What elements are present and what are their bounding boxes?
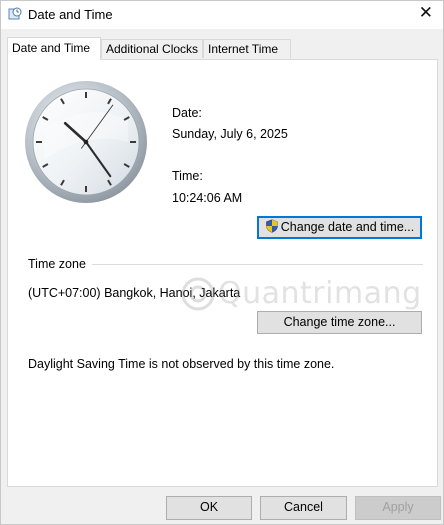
ok-label: OK — [199, 500, 219, 514]
tab-date-and-time[interactable]: Date and Time — [7, 37, 101, 60]
tab-label: Date and Time — [12, 41, 91, 55]
window-title: Date and Time — [28, 7, 113, 22]
tab-label: Internet Time — [208, 42, 279, 56]
tab-label: Additional Clocks — [106, 42, 199, 56]
cancel-label: Cancel — [284, 500, 323, 514]
title-bar: Date and Time ✕ — [1, 1, 443, 29]
close-icon[interactable]: ✕ — [419, 3, 433, 23]
apply-label: Apply — [382, 500, 414, 514]
time-value: 10:24:06 AM — [172, 191, 243, 205]
uac-shield-icon — [265, 219, 278, 233]
group-divider — [92, 264, 423, 265]
time-zone-value: (UTC+07:00) Bangkok, Hanoi, Jakarta — [28, 286, 241, 300]
apply-button[interactable]: Apply — [355, 496, 441, 520]
date-label: Date: — [172, 106, 202, 120]
date-value: Sunday, July 6, 2025 — [172, 127, 288, 141]
date-time-app-icon — [8, 7, 22, 20]
change-time-zone-button[interactable]: Change time zone... — [257, 311, 422, 334]
change-date-time-button[interactable]: Change date and time... — [257, 216, 422, 239]
tab-panel-date-and-time: Date: Sunday, July 6, 2025 Time: 10:24:0… — [7, 59, 438, 487]
analog-clock — [25, 81, 147, 203]
watermark-text: Quantrimang — [218, 276, 422, 311]
cancel-button[interactable]: Cancel — [260, 496, 347, 520]
tab-internet-time[interactable]: Internet Time — [203, 39, 291, 58]
change-time-zone-label: Change time zone... — [283, 315, 396, 329]
tab-additional-clocks[interactable]: Additional Clocks — [101, 39, 203, 58]
dst-note: Daylight Saving Time is not observed by … — [28, 357, 335, 371]
date-time-dialog: Date and Time ✕ Date and Time Additional… — [0, 0, 444, 525]
change-date-time-label: Change date and time... — [280, 220, 415, 234]
ok-button[interactable]: OK — [166, 496, 252, 520]
time-label: Time: — [172, 169, 203, 183]
time-zone-group-label: Time zone — [28, 257, 86, 271]
